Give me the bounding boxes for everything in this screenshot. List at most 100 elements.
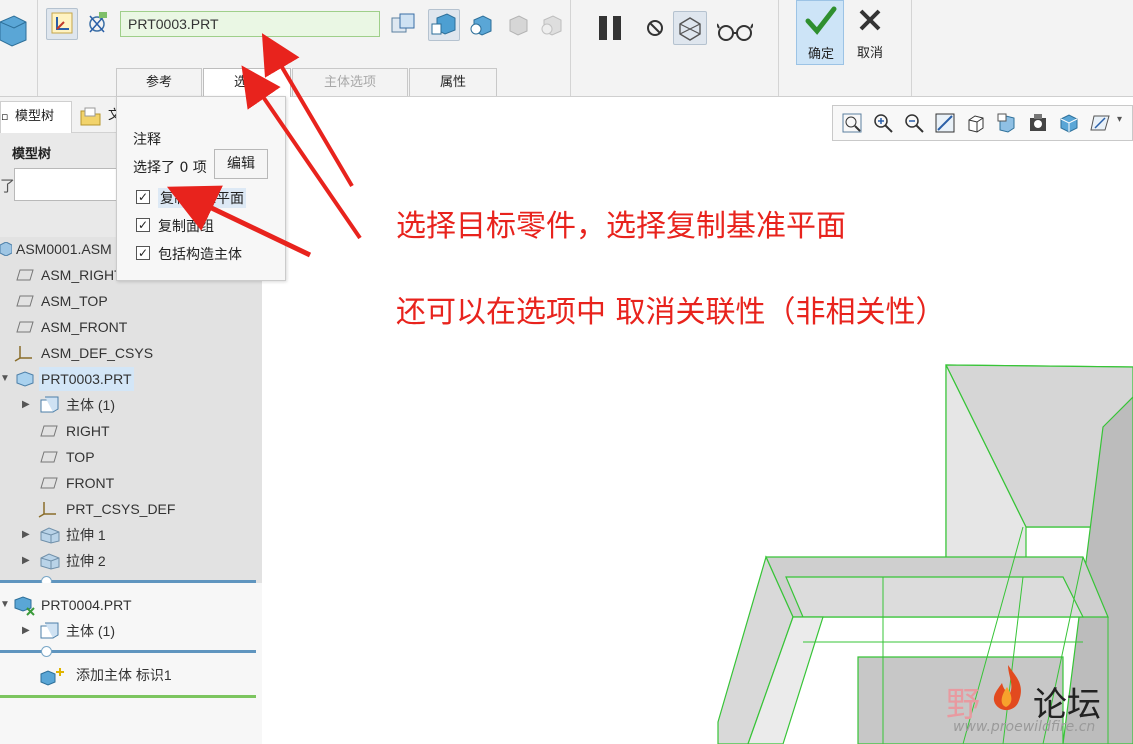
copy-quilts-label: 复制面组: [158, 219, 214, 235]
more-tools-icon[interactable]: ▾: [1117, 114, 1122, 125]
csys-icon: [51, 12, 73, 34]
surface-copy-icon[interactable]: [504, 12, 530, 38]
ribbon-separator: [570, 0, 571, 96]
solid-copy-icon[interactable]: [468, 12, 494, 38]
ribbon-separator: [37, 0, 38, 96]
datum-plane-icon: [16, 295, 34, 307]
csys-icon: [38, 502, 56, 518]
publish-geometry-icon[interactable]: [84, 10, 110, 38]
collapse-triangle-icon[interactable]: ▼: [0, 367, 12, 391]
tree-node-label: 主体 (1): [66, 623, 115, 639]
reorient-icon[interactable]: [965, 112, 987, 134]
body-icon: [40, 396, 59, 413]
no-preview-icon[interactable]: [646, 19, 664, 37]
zoom-out-icon[interactable]: [903, 112, 925, 134]
add-body-icon: [40, 668, 64, 686]
tab-model-tree-label: 模型树: [15, 109, 55, 124]
body-icon: [40, 622, 59, 639]
tree-node-label: PRT_CSYS_DEF: [66, 501, 176, 517]
extrude-icon: [40, 527, 60, 544]
preview-toggle[interactable]: [673, 11, 707, 45]
curve-copy-icon[interactable]: [538, 12, 564, 38]
ribbon-separator: [778, 0, 779, 96]
datum-plane-icon: [40, 451, 58, 463]
tree-node-label: ASM_FRONT: [41, 319, 128, 335]
tree-node-label: 主体 (1): [66, 397, 115, 413]
refit-icon[interactable]: [841, 112, 863, 134]
tree-search-input[interactable]: [14, 168, 124, 201]
saved-orientations-icon[interactable]: [996, 112, 1018, 134]
wireframe-preview-icon: [679, 17, 701, 41]
verify-glasses-icon[interactable]: [717, 20, 753, 42]
filter-icon: 了: [0, 177, 16, 195]
ok-label: 确定: [807, 47, 834, 62]
insert-here-handle[interactable]: [41, 646, 52, 657]
insert-here-line[interactable]: [0, 650, 256, 653]
ribbon-separator: [911, 0, 912, 96]
copy-body-icon: [431, 13, 456, 35]
close-icon: [859, 9, 881, 31]
reference-selection-field[interactable]: PRT0003.PRT: [120, 11, 380, 37]
extrude-icon: [40, 553, 60, 570]
model-tree-title: 模型树: [12, 147, 52, 162]
datum-plane-icon: [40, 477, 58, 489]
watermark-url: www.proewildfire.cn: [953, 719, 1096, 735]
zoom-in-icon[interactable]: [872, 112, 894, 134]
ribbon: PRT0003.PRT 确定 取消 参考 选项 主体选项 属性: [0, 0, 1133, 97]
selected-count-text: 选择了 0 项: [133, 160, 207, 176]
cancel-button[interactable]: 取消: [848, 0, 892, 65]
datum-plane-icon: [16, 321, 34, 333]
folder-icon: [80, 107, 101, 126]
view-toolbar: ▾: [832, 105, 1133, 141]
include-construction-body-checkbox[interactable]: ✓: [136, 246, 150, 260]
tree-tab-icon: ▫: [1, 110, 9, 123]
external-copy-toggle[interactable]: [428, 9, 460, 41]
tab-options[interactable]: 选项: [203, 68, 291, 97]
flame-icon: [993, 665, 1021, 711]
tree-node-label: FRONT: [66, 475, 115, 491]
include-construction-body-label: 包括构造主体: [158, 247, 242, 263]
model-wireframe[interactable]: [263, 97, 1133, 744]
tree-node-label: ASM_TOP: [41, 293, 108, 309]
copy-mode-icon[interactable]: [390, 12, 416, 38]
copy-quilts-checkbox[interactable]: ✓: [136, 218, 150, 232]
copy-geometry-icon[interactable]: [0, 10, 30, 50]
options-section-title: 注释: [133, 132, 161, 148]
tab-references[interactable]: 参考: [116, 68, 202, 96]
tree-node-label: ASM_RIGHT: [41, 267, 123, 283]
checkmark-icon: [805, 6, 837, 35]
tree-node-label: PRT0003.PRT: [39, 367, 134, 391]
ok-button[interactable]: 确定: [796, 0, 844, 65]
annotation-line-2: 还可以在选项中 取消关联性（非相关性）: [396, 295, 946, 330]
options-panel: 注释 选择了 0 项 编辑 ✓ 复制基准平面 ✓ 复制面组 ✓ 包括构造主体: [116, 96, 286, 281]
datum-display-icon[interactable]: [1089, 112, 1111, 134]
expand-triangle-icon[interactable]: ▶: [22, 523, 34, 547]
tab-body-options: 主体选项: [292, 68, 408, 96]
graphics-window[interactable]: ▾ 选择目标零件，选择复制基准平面 还可以在选项中 取消关联性（非相关性） 野 …: [263, 97, 1133, 744]
assembly-icon: [0, 242, 12, 256]
expand-triangle-icon[interactable]: ▶: [22, 549, 34, 573]
tab-model-tree[interactable]: ▫ 模型树: [0, 101, 72, 133]
expand-triangle-icon[interactable]: ▶: [22, 393, 34, 417]
tab-properties[interactable]: 属性: [409, 68, 497, 96]
edit-button[interactable]: 编辑: [214, 149, 268, 179]
collapse-triangle-icon[interactable]: ▼: [0, 593, 12, 617]
datum-plane-icon: [16, 269, 34, 281]
expand-triangle-icon[interactable]: ▶: [22, 619, 34, 643]
copy-datum-planes-checkbox[interactable]: ✓: [136, 190, 150, 204]
tree-node-label: RIGHT: [66, 423, 110, 439]
cancel-label: 取消: [856, 46, 883, 61]
part-icon: [16, 371, 34, 387]
view-manager-icon[interactable]: [1027, 112, 1049, 134]
pause-icon[interactable]: [596, 14, 626, 42]
tree-node-label: ASM0001.ASM: [16, 241, 112, 257]
csys-select-button[interactable]: [46, 8, 78, 40]
tree-node-label: 拉伸 2: [66, 553, 106, 569]
tree-node-label: PRT0004.PRT: [41, 597, 132, 613]
part-new-icon: [14, 596, 35, 616]
copy-datum-planes-label: 复制基准平面: [158, 188, 246, 208]
csys-icon: [14, 346, 32, 362]
display-style-icon[interactable]: [1058, 112, 1080, 134]
repaint-icon[interactable]: [934, 112, 956, 134]
tree-node-label: 拉伸 1: [66, 527, 106, 543]
